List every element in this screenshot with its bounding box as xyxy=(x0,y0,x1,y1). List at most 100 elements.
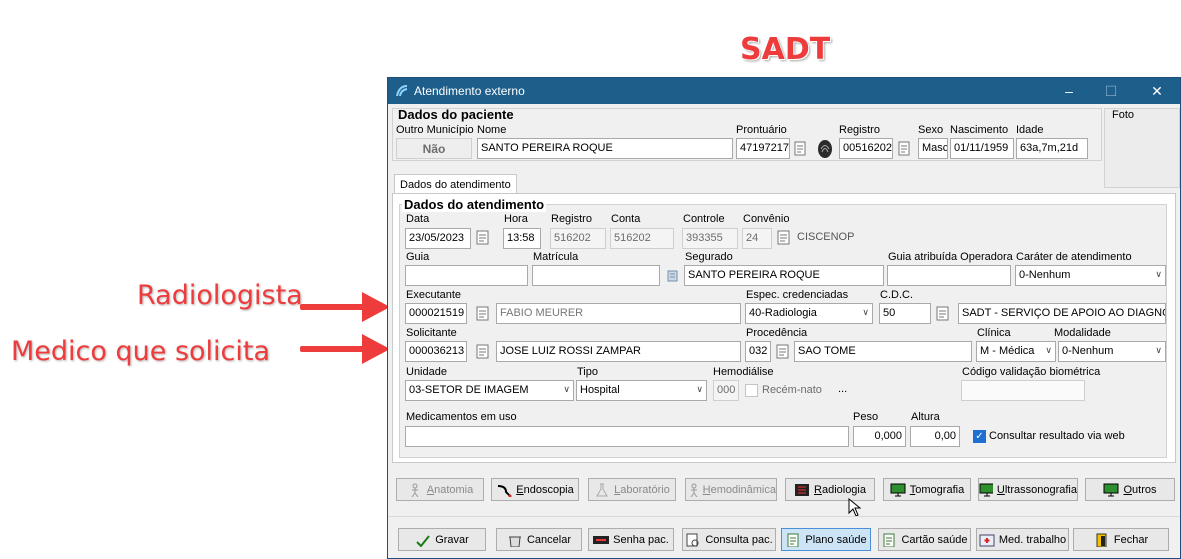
senha-pac-button[interactable]: Senha pac. xyxy=(588,528,674,551)
prontuario-lookup-icon[interactable] xyxy=(793,141,809,157)
solicitante-label: Solicitante xyxy=(406,327,457,339)
executante-lookup-icon[interactable] xyxy=(475,306,491,322)
espec-select-value: 40-Radiologia xyxy=(749,307,817,319)
convenio-label: Convênio xyxy=(743,213,790,225)
gravar-button[interactable]: Gravar xyxy=(398,528,486,551)
maximize-button[interactable]: ☐ xyxy=(1088,78,1134,104)
matricula-label: Matrícula xyxy=(533,251,579,263)
close-button[interactable]: ✕ xyxy=(1134,78,1180,104)
outros-label: Outros xyxy=(1123,483,1157,496)
solicitante-lookup-icon[interactable] xyxy=(475,344,491,360)
annotation-arrows xyxy=(300,292,390,364)
prontuario-field[interactable]: 47197217 xyxy=(736,138,790,159)
atendimento-externo-window: Atendimento externo – ☐ ✕ Dados do pacie… xyxy=(387,77,1181,559)
tomografia-button[interactable]: Tomografia xyxy=(883,478,971,501)
guia-label: Guia xyxy=(406,251,430,263)
altura-label: Altura xyxy=(911,411,940,423)
data-field[interactable]: 23/05/2023 xyxy=(405,228,471,249)
radiologia-label: Radiologia xyxy=(814,483,866,496)
procedencia-label: Procedência xyxy=(746,327,808,339)
codigo-biometrico-field xyxy=(961,380,1085,401)
arrow-medico xyxy=(300,334,390,364)
registro-lookup-icon[interactable] xyxy=(897,141,913,157)
guia-field[interactable] xyxy=(405,265,528,286)
radiologia-icon xyxy=(795,483,809,496)
modalidade-label: Modalidade xyxy=(1054,327,1111,339)
data-calendar-icon[interactable] xyxy=(475,230,491,246)
endoscopia-button[interactable]: Endoscopia xyxy=(491,478,579,501)
cdc-lookup-icon[interactable] xyxy=(935,306,951,322)
convenio-lookup-icon[interactable] xyxy=(776,230,792,246)
anatomia-button[interactable]: Anatomia xyxy=(396,478,484,501)
altura-field[interactable]: 0,00 xyxy=(910,426,960,447)
nome-field[interactable]: SANTO PEREIRA ROQUE xyxy=(477,138,733,159)
chevron-down-icon: ∨ xyxy=(696,384,703,394)
matricula-scroll-icon[interactable] xyxy=(665,268,681,284)
medical-icon xyxy=(979,534,995,546)
fingerprint-icon[interactable] xyxy=(816,139,834,159)
ultrassonografia-button[interactable]: Ultrassonografia xyxy=(978,478,1078,501)
recem-nato-checkbox[interactable] xyxy=(745,384,758,397)
tipo-select[interactable]: Hospital ∨ xyxy=(576,380,707,401)
search-document-icon xyxy=(686,533,699,546)
foto-label: Foto xyxy=(1112,109,1135,121)
nascimento-field[interactable]: 01/11/1959 xyxy=(950,138,1014,159)
medico-annotation: Medico que solicita xyxy=(11,336,271,367)
monitor-icon xyxy=(890,483,906,496)
laboratorio-button[interactable]: Laboratório xyxy=(588,478,676,501)
unidade-label: Unidade xyxy=(406,366,447,378)
arrow-radiologista xyxy=(300,292,390,322)
hora-field[interactable]: 13:58 xyxy=(503,228,541,249)
carater-label: Caráter de atendimento xyxy=(1016,251,1132,263)
segurado-field[interactable]: SANTO PEREIRA ROQUE xyxy=(684,265,884,286)
registro-paciente-field[interactable]: 00516202 xyxy=(839,138,893,159)
conta-field: 516202 xyxy=(610,228,674,249)
plano-saude-button[interactable]: Plano saúde xyxy=(781,528,871,551)
flask-icon xyxy=(596,483,609,496)
procedencia-lookup-icon[interactable] xyxy=(775,344,791,360)
tab-dados-atendimento[interactable]: Dados do atendimento xyxy=(394,174,517,195)
executante-code-field[interactable]: 000021519 xyxy=(405,303,467,324)
med-trabalho-button[interactable]: Med. trabalho xyxy=(976,528,1069,551)
document-icon xyxy=(883,533,895,547)
consultar-web-checkbox[interactable]: ✓ xyxy=(973,430,986,443)
cancelar-button[interactable]: Cancelar xyxy=(496,528,582,551)
peso-label: Peso xyxy=(853,411,879,423)
outros-button[interactable]: Outros xyxy=(1085,478,1175,501)
carater-select[interactable]: 0-Nenhum ∨ xyxy=(1015,265,1166,286)
outro-municipio-value: Não xyxy=(396,138,472,159)
consulta-pac-button[interactable]: Consulta pac. xyxy=(682,528,776,551)
matricula-field[interactable] xyxy=(532,265,660,286)
ellipsis-button[interactable]: ... xyxy=(838,383,847,395)
solicitante-code-field[interactable]: 000036213 xyxy=(405,341,467,362)
cancel-icon xyxy=(508,536,521,547)
sexo-field[interactable]: Masc xyxy=(918,138,948,159)
med-trabalho-label: Med. trabalho xyxy=(998,533,1067,546)
document-icon xyxy=(787,533,799,547)
fechar-button[interactable]: Fechar xyxy=(1073,528,1169,551)
title-bar: Atendimento externo – ☐ ✕ xyxy=(388,78,1180,104)
idade-field[interactable]: 63a,7m,21d xyxy=(1016,138,1088,159)
registro-label: Registro xyxy=(551,213,592,225)
espec-select[interactable]: 40-Radiologia ∨ xyxy=(745,303,873,324)
cdc-code-field[interactable]: 50 xyxy=(879,303,931,324)
conta-label: Conta xyxy=(611,213,641,225)
hemodialise-field: 000 xyxy=(713,380,739,401)
cartao-saude-button[interactable]: Cartão saúde xyxy=(878,528,971,551)
password-icon xyxy=(593,535,610,544)
peso-field[interactable]: 0,000 xyxy=(853,426,906,447)
endoscopia-icon xyxy=(498,484,512,497)
procedencia-code-field[interactable]: 032 xyxy=(745,341,771,362)
medicamentos-field[interactable] xyxy=(405,426,849,447)
clinica-select[interactable]: M - Médica ∨ xyxy=(976,341,1056,362)
tipo-label: Tipo xyxy=(577,366,598,378)
unidade-select[interactable]: 03-SETOR DE IMAGEM ∨ xyxy=(405,380,574,401)
sadt-annotation-title: SADT xyxy=(740,32,831,67)
cdc-name-field: SADT - SERVIÇO DE APOIO AO DIAGNO xyxy=(958,303,1166,324)
hemodinamica-button[interactable]: Hemodinâmica xyxy=(685,478,777,501)
minimize-button[interactable]: – xyxy=(1046,78,1092,104)
guia-operadora-field[interactable] xyxy=(887,265,1011,286)
procedencia-name-field: SAO TOME xyxy=(794,341,972,362)
modalidade-select[interactable]: 0-Nenhum ∨ xyxy=(1058,341,1166,362)
monitor-icon xyxy=(1103,483,1119,496)
